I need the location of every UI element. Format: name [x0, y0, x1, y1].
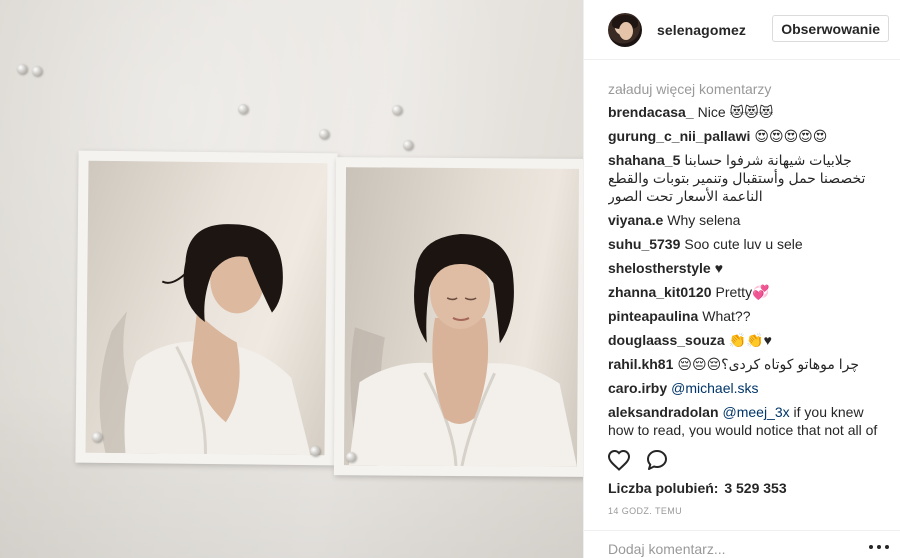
photo-print-right	[333, 157, 583, 477]
portrait-profile-illustration	[99, 224, 311, 456]
comment-item: shahana_5 جلابيات شيهانة شرفوا حسابنا تخص…	[608, 151, 883, 205]
wall-pin	[17, 64, 27, 74]
comment-username[interactable]: pinteapaulina	[608, 308, 698, 324]
comment-username[interactable]: brendacasa_	[608, 104, 694, 120]
comment-item: douglaass_souza 👏👏♥	[608, 331, 883, 349]
comment-item: gurung_c_nii_pallawi 😍😍😍😍😍	[608, 127, 883, 145]
avatar-face	[619, 21, 633, 40]
dot	[869, 545, 873, 549]
post-actions	[606, 446, 886, 474]
following-button[interactable]: Obserwowanie	[772, 15, 889, 42]
add-comment-section	[584, 530, 900, 558]
post-header: selenagomez Obserwowanie	[584, 0, 900, 60]
post-timestamp[interactable]: 14 GODZ. TEMU	[608, 506, 682, 516]
comment-item: brendacasa_ Nice 😻😻😻	[608, 103, 883, 121]
comment-mention-link[interactable]: @meej_3x	[723, 404, 790, 420]
post-photo[interactable]	[0, 0, 583, 558]
comment-text: Pretty💞	[715, 284, 770, 300]
avatar[interactable]	[608, 12, 642, 47]
comment-username[interactable]: zhanna_kit0120	[608, 284, 712, 300]
portrait-profile-image	[85, 160, 328, 456]
post-side-panel: selenagomez Obserwowanie załaduj więcej …	[583, 0, 900, 558]
comment-item: pinteapaulina What??	[608, 307, 883, 325]
add-comment-input[interactable]	[608, 539, 848, 558]
comment-text: 👏👏♥	[728, 332, 772, 348]
comment-text: Why selena	[667, 212, 741, 228]
comments-list[interactable]: załaduj więcej komentarzy brendacasa_ Nic…	[608, 79, 883, 437]
comment-username[interactable]: suhu_5739	[608, 236, 680, 252]
wall-pin	[238, 104, 248, 114]
heart-icon[interactable]	[606, 447, 632, 473]
comment-username[interactable]: rahil.kh81	[608, 356, 673, 372]
comment-text: Nice 😻😻😻	[697, 104, 774, 120]
photo-print-left	[75, 150, 338, 466]
wall-pin	[392, 105, 402, 115]
likes-label: Liczba polubień:	[608, 480, 719, 496]
comment-username[interactable]: caro.irby	[608, 380, 667, 396]
username-link[interactable]: selenagomez	[657, 22, 746, 38]
comment-username[interactable]: douglaass_souza	[608, 332, 725, 348]
comment-username[interactable]: aleksandradolan	[608, 404, 719, 420]
wall-pin	[310, 446, 320, 456]
wall-pin	[346, 452, 356, 462]
wall-pin	[92, 432, 102, 442]
wall-pin	[32, 66, 42, 76]
comment-text: چرا موهاتو کوتاه کردی؟😔😔😔	[677, 356, 860, 372]
portrait-front-illustration	[348, 233, 577, 467]
dot	[877, 545, 881, 549]
comment-text: ♥	[714, 260, 724, 276]
comment-item: shelostherstyle ♥	[608, 259, 883, 277]
comment-text: What??	[702, 308, 751, 324]
more-options-icon[interactable]	[869, 543, 889, 551]
comment-username[interactable]: gurung_c_nii_pallawi	[608, 128, 750, 144]
comment-username[interactable]: viyana.e	[608, 212, 663, 228]
comment-username[interactable]: shahana_5	[608, 152, 680, 168]
comment-item: zhanna_kit0120 Pretty💞	[608, 283, 883, 301]
comment-item: rahil.kh81 چرا موهاتو کوتاه کردی؟😔😔😔	[608, 355, 883, 373]
dot	[885, 545, 889, 549]
likes-count: 3 529 353	[724, 480, 787, 496]
comment-username[interactable]: shelostherstyle	[608, 260, 711, 276]
comment-item: suhu_5739 Soo cute luv u sele	[608, 235, 883, 253]
load-more-comments-link[interactable]: załaduj więcej komentarzy	[608, 79, 883, 99]
comment-text: 😍😍😍😍😍	[754, 128, 828, 144]
comment-mention-link[interactable]: @michael.sks	[671, 380, 758, 396]
comment-text: Soo cute luv u sele	[684, 236, 803, 252]
wall-pin	[403, 140, 413, 150]
comment-bubble-icon[interactable]	[644, 447, 670, 473]
portrait-front-image	[343, 167, 580, 467]
wall-pin	[319, 129, 329, 139]
likes-summary[interactable]: Liczba polubień: 3 529 353	[608, 480, 787, 496]
comment-item: viyana.e Why selena	[608, 211, 883, 229]
comment-item: caro.irby @michael.sks	[608, 379, 883, 397]
comment-item: aleksandradolan @meej_3x if you knew how …	[608, 403, 883, 437]
